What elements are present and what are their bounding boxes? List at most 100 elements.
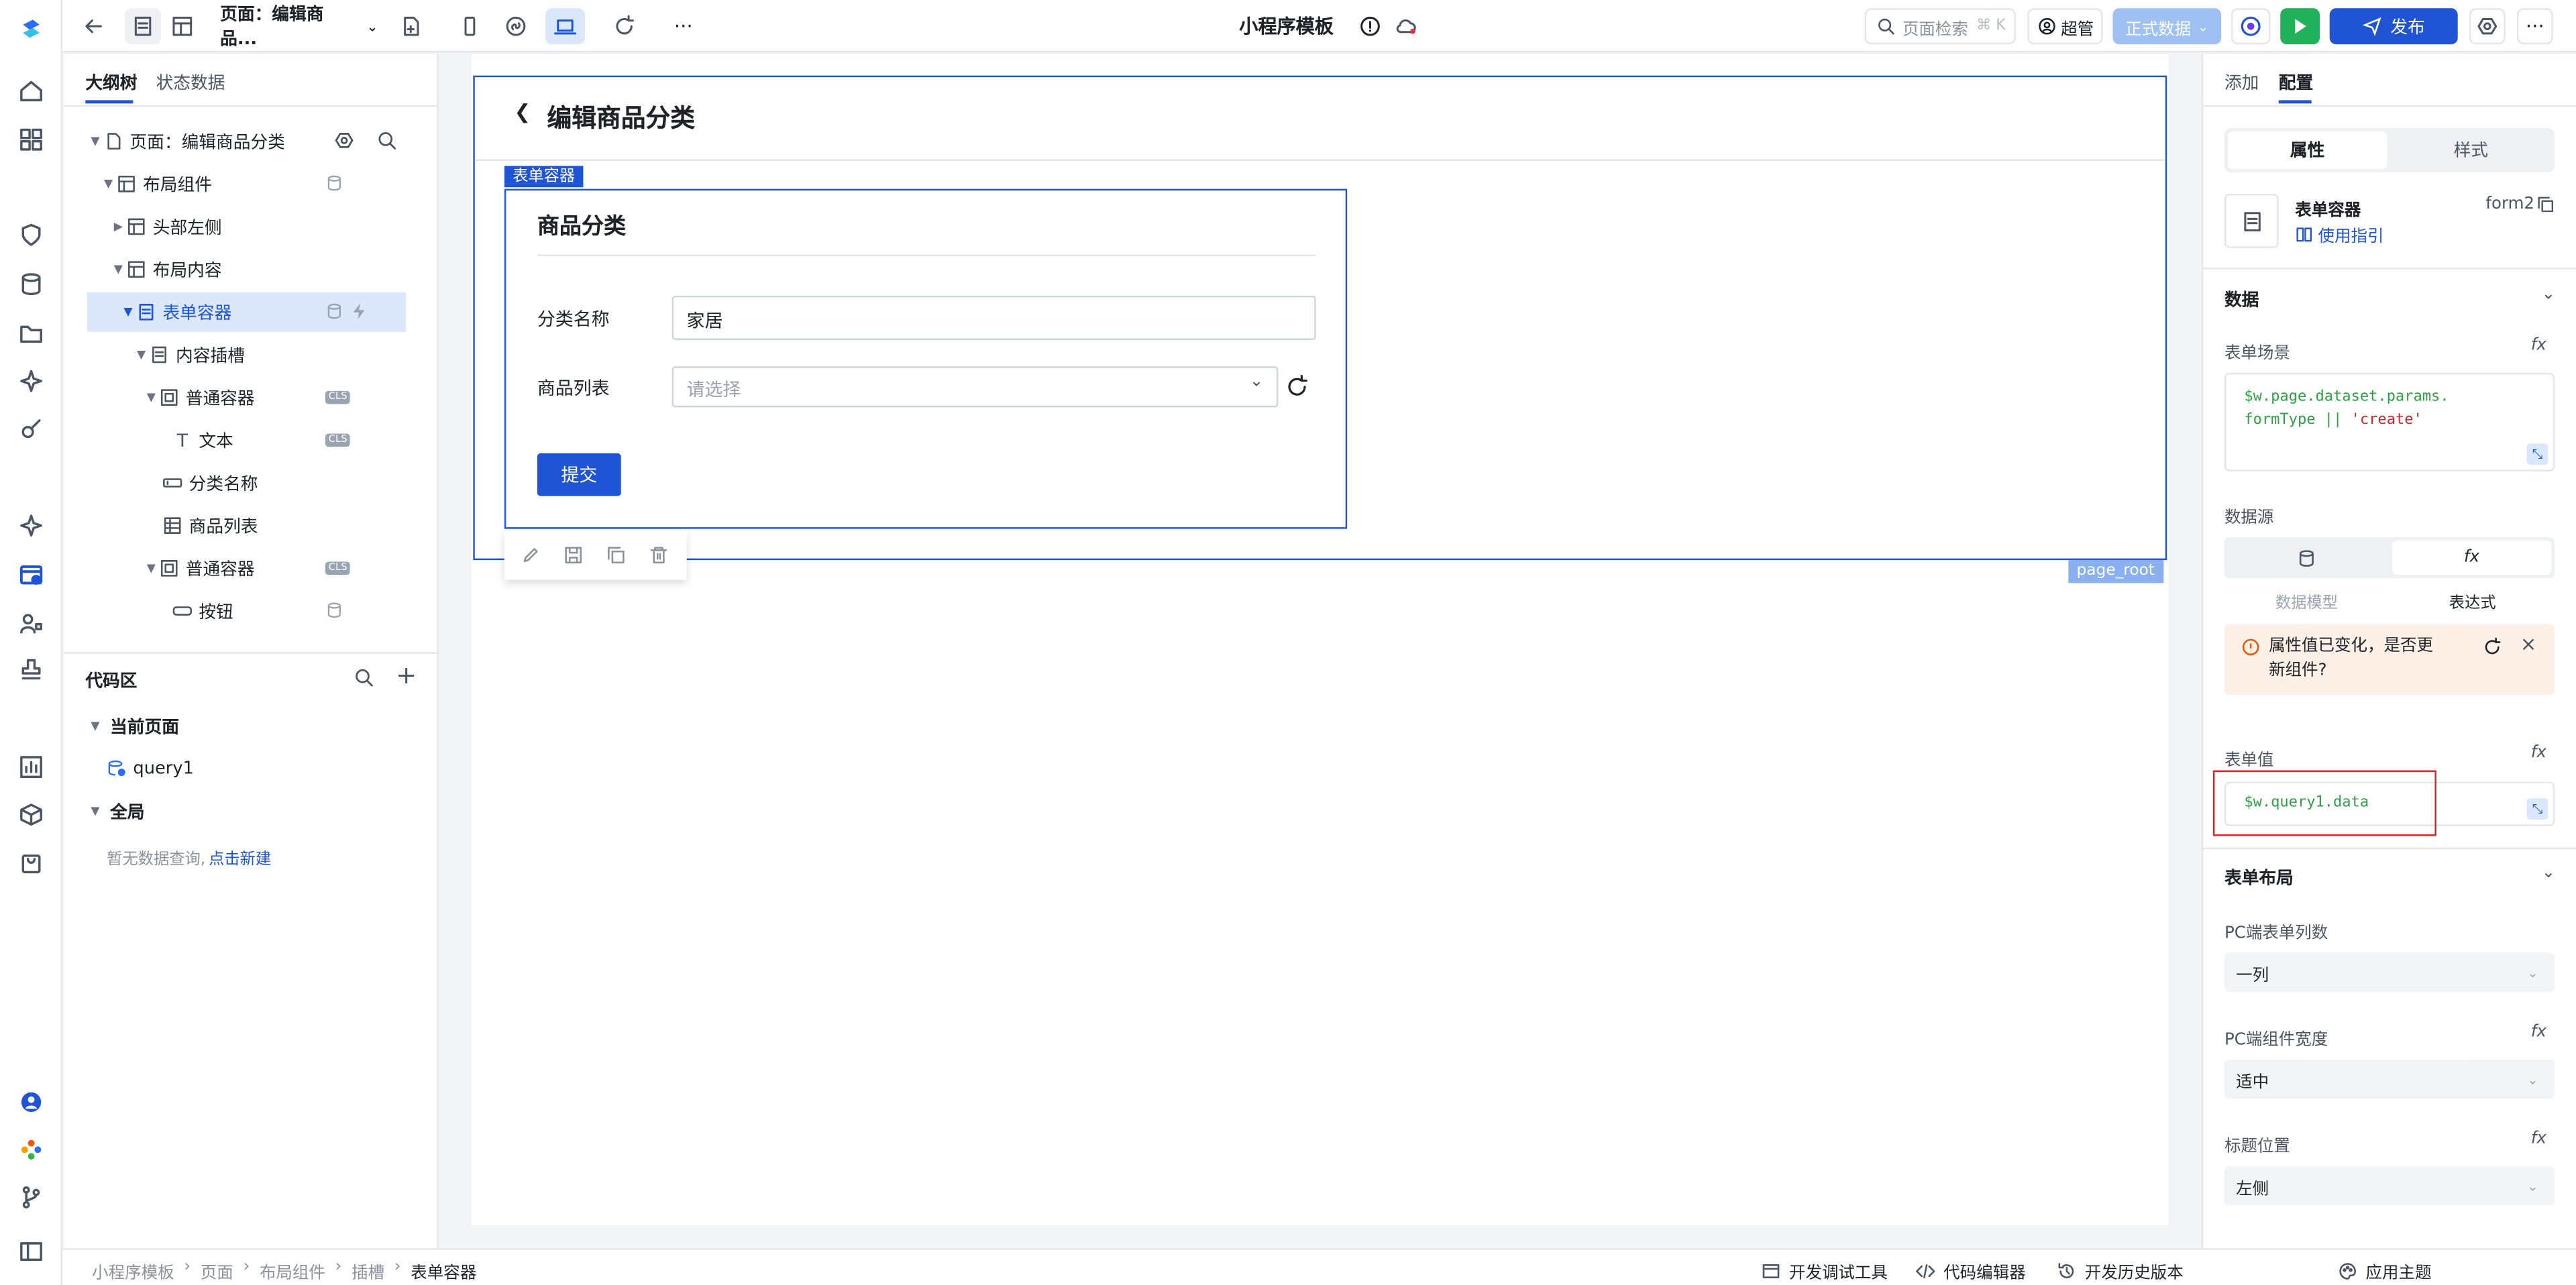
cube-icon[interactable] — [18, 801, 44, 828]
tab-state-data[interactable]: 状态数据 — [156, 70, 225, 95]
tree-item-text[interactable]: T 文本 CLS — [87, 421, 406, 460]
more-button[interactable]: ··· — [667, 8, 700, 44]
plugin-icon[interactable] — [18, 416, 44, 442]
chevron-down-icon[interactable]: ⌄ — [2542, 286, 2556, 304]
publish-button[interactable]: 发布 — [2329, 8, 2458, 45]
users-icon[interactable] — [18, 610, 44, 636]
ai-icon[interactable] — [18, 512, 44, 539]
tree-item-form-container[interactable]: ▼ 表单容器 — [87, 292, 406, 332]
dashboard-icon[interactable] — [18, 127, 44, 153]
layout-view-button[interactable] — [164, 8, 201, 44]
trash-icon[interactable] — [649, 545, 668, 565]
code-group-global[interactable]: ▼ 全局 — [87, 791, 406, 831]
settings-button[interactable] — [2469, 8, 2506, 45]
home-icon[interactable] — [18, 77, 44, 103]
submit-button[interactable]: 提交 — [537, 453, 621, 496]
tree-item-header-left[interactable]: ▶ 头部左侧 — [87, 207, 406, 247]
subtab-properties[interactable]: 属性 — [2227, 131, 2387, 170]
code-group-current-page[interactable]: ▼ 当前页面 — [87, 706, 406, 746]
form-scene-code[interactable]: $w.page.dataset.params. formType || 'cre… — [2224, 372, 2555, 471]
data-model-option[interactable] — [2224, 537, 2389, 578]
pc-columns-select[interactable]: 一列 ⌄ — [2224, 952, 2555, 993]
search-icon[interactable] — [354, 667, 375, 688]
code-item-query1[interactable]: query1 — [87, 749, 406, 789]
sparkle-icon[interactable] — [18, 368, 44, 394]
tab-outline[interactable]: 大纲树 — [85, 70, 137, 95]
env-dropdown[interactable]: 正式数据 ⌄ — [2112, 8, 2222, 45]
breadcrumb-item[interactable]: 页面 — [201, 1258, 233, 1283]
info-button[interactable] — [1357, 8, 1383, 44]
pc-view-button[interactable] — [545, 8, 585, 45]
tree-item-container-2[interactable]: ▼ 普通容器 CLS — [87, 549, 406, 588]
tree-item-content-slot[interactable]: ▼ 内容插槽 — [87, 335, 406, 375]
breadcrumb-item[interactable]: 插槽 — [352, 1258, 384, 1283]
page-selector[interactable]: 页面：编辑商品... ⌄ — [220, 5, 378, 49]
fx-icon[interactable]: fx — [2531, 337, 2546, 355]
refresh-icon[interactable] — [2482, 637, 2502, 657]
tree-item-container-1[interactable]: ▼ 普通容器 CLS — [87, 378, 406, 417]
git-branch-icon[interactable] — [18, 1184, 44, 1211]
add-icon[interactable]: + — [396, 660, 417, 689]
bag-icon[interactable] — [18, 849, 44, 875]
save-icon[interactable] — [564, 545, 583, 565]
copy-icon[interactable] — [606, 545, 626, 565]
sidebar-toggle-icon[interactable] — [18, 1239, 44, 1265]
product-list-select[interactable]: 请选择 ⌄ — [672, 366, 1279, 408]
edit-icon[interactable] — [521, 545, 540, 565]
usage-guide-link[interactable]: 使用指引 — [2295, 222, 2383, 246]
chevron-down-icon[interactable]: ⌄ — [2542, 864, 2556, 882]
fx-icon[interactable]: fx — [2531, 1130, 2546, 1148]
history-button[interactable]: 开发历史版本 — [2057, 1258, 2184, 1283]
fx-icon[interactable]: fx — [2531, 744, 2546, 762]
back-button[interactable] — [79, 8, 109, 44]
debug-tools-button[interactable]: 开发调试工具 — [1761, 1258, 1888, 1283]
code-editor-button[interactable]: 代码编辑器 — [1916, 1258, 2026, 1283]
close-icon[interactable]: × — [2520, 632, 2537, 655]
flower-icon[interactable] — [18, 1137, 44, 1163]
search-icon[interactable] — [376, 129, 398, 151]
more-menu-button[interactable]: ··· — [2516, 8, 2553, 45]
tree-item-layout-content[interactable]: ▼ 布局内容 — [87, 249, 406, 289]
app-logo-icon[interactable] — [18, 16, 44, 42]
tree-item-product-list[interactable]: 商品列表 — [87, 506, 406, 545]
user-menu[interactable]: 超管 — [2027, 8, 2103, 45]
tab-config[interactable]: 配置 — [2279, 70, 2313, 95]
fx-icon[interactable]: fx — [2531, 1023, 2546, 1042]
create-query-link[interactable]: 点击新建 — [209, 851, 271, 869]
copy-icon[interactable] — [2536, 195, 2555, 213]
pc-width-select[interactable]: 适中 ⌄ — [2224, 1059, 2555, 1099]
breadcrumb-item[interactable]: 布局组件 — [260, 1258, 325, 1283]
title-position-select[interactable]: 左侧 ⌄ — [2224, 1166, 2555, 1206]
subtab-style[interactable]: 样式 — [2390, 131, 2551, 169]
expand-editor-icon[interactable]: ⤡ — [2526, 443, 2548, 465]
back-chevron-icon[interactable]: ❮ — [515, 100, 531, 123]
database-icon[interactable] — [18, 271, 44, 297]
add-page-button[interactable] — [394, 8, 427, 44]
refresh-icon[interactable] — [1285, 374, 1309, 399]
mobile-view-button[interactable] — [453, 8, 486, 44]
gear-icon[interactable] — [333, 129, 355, 151]
run-button[interactable] — [2280, 8, 2320, 45]
form-container[interactable]: 商品分类 分类名称 家居 商品列表 请选择 ⌄ 提交 — [504, 188, 1348, 529]
tree-item-button[interactable]: 按钮 — [87, 592, 406, 631]
category-name-input[interactable]: 家居 — [672, 295, 1316, 340]
app-theme-button[interactable]: 应用主题 — [2338, 1258, 2432, 1283]
miniprogram-view-button[interactable] — [499, 8, 532, 44]
chart-icon[interactable] — [18, 754, 44, 780]
folder-search-icon[interactable] — [18, 321, 44, 347]
shield-icon[interactable] — [18, 222, 44, 248]
outline-view-button[interactable] — [125, 8, 162, 45]
tree-item-page[interactable]: ▼ 页面：编辑商品分类 — [87, 121, 406, 161]
page-search-input[interactable]: 页面检索 ⌘ K — [1864, 8, 2016, 45]
pages-active-icon[interactable] — [18, 562, 44, 588]
breadcrumb-item[interactable]: 小程序模板 — [92, 1258, 174, 1283]
expand-editor-icon[interactable]: ⤡ — [2526, 798, 2548, 820]
account-icon[interactable] — [18, 1089, 44, 1115]
expression-option[interactable]: fx — [2392, 540, 2552, 575]
tree-item-layout[interactable]: ▼ 布局组件 — [87, 164, 406, 204]
tab-add[interactable]: 添加 — [2224, 70, 2259, 95]
preview-button[interactable] — [2231, 8, 2271, 45]
refresh-button[interactable] — [608, 8, 641, 44]
stamp-icon[interactable] — [18, 657, 44, 683]
tree-item-category-name[interactable]: 分类名称 — [87, 463, 406, 503]
